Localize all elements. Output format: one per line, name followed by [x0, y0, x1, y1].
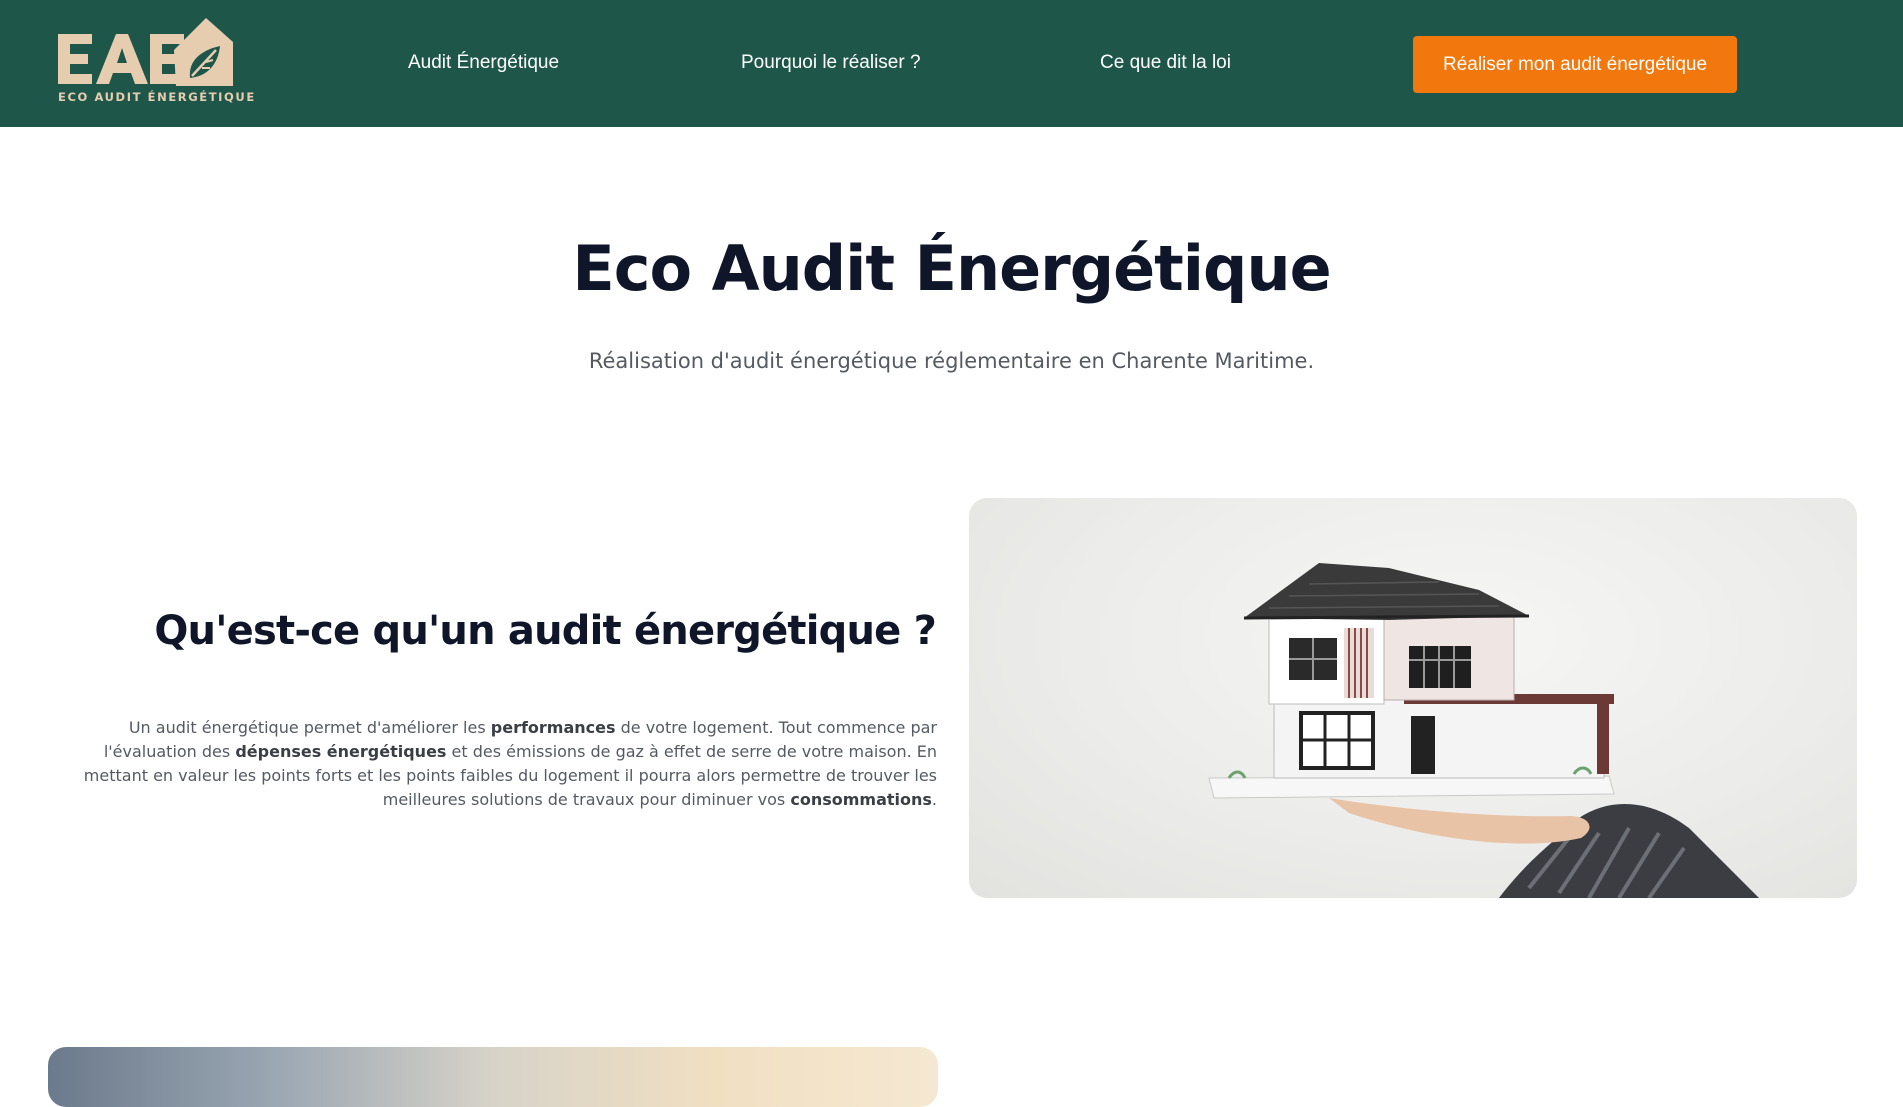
- sunset-sky-image: [48, 1047, 938, 1107]
- emphasis-consommations: consommations: [790, 790, 932, 809]
- emphasis-performances: performances: [490, 718, 616, 737]
- site-header: ECO AUDIT ÉNERGÉTIQUE Audit Énergétique …: [0, 0, 1903, 127]
- nav-link-pourquoi[interactable]: Pourquoi le réaliser ?: [741, 52, 921, 74]
- house-model-image: [969, 498, 1857, 898]
- emphasis-depenses: dépenses énergétiques: [235, 742, 447, 761]
- page-subtitle: Réalisation d'audit énergétique réglemen…: [588, 349, 1315, 373]
- cta-audit-button[interactable]: Réaliser mon audit énergétique: [1413, 36, 1737, 93]
- section-paragraph: Un audit énergétique permet d'améliorer …: [83, 718, 937, 809]
- nav-link-loi[interactable]: Ce que dit la loi: [1100, 52, 1231, 74]
- section-title: Qu'est-ce qu'un audit énergétique ?: [154, 608, 936, 654]
- logo-subtitle: ECO AUDIT ÉNERGÉTIQUE: [58, 90, 256, 104]
- page-title: Eco Audit Énergétique: [572, 232, 1331, 305]
- nav-link-audit-energetique[interactable]: Audit Énergétique: [408, 52, 559, 74]
